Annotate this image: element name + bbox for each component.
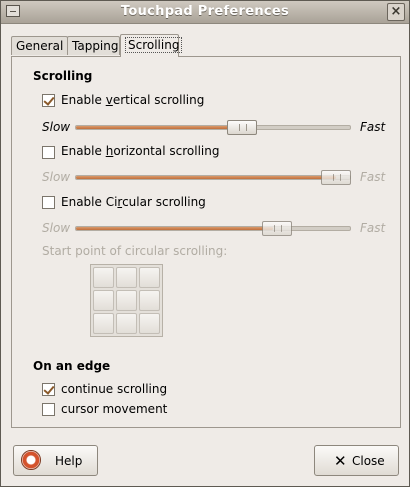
enable-horizontal-scrolling-checkbox[interactable] bbox=[42, 146, 55, 159]
close-button-label: Close bbox=[352, 454, 385, 468]
tab-general[interactable]: General bbox=[11, 36, 68, 55]
section-title-on-an-edge: On an edge bbox=[33, 359, 111, 373]
close-button[interactable]: ✕ Close bbox=[314, 445, 399, 476]
start-point-bottom[interactable] bbox=[116, 313, 137, 334]
start-point-center[interactable] bbox=[116, 290, 137, 311]
continue-scrolling-checkbox[interactable] bbox=[42, 383, 55, 396]
circular-start-point-label: Start point of circular scrolling: bbox=[42, 244, 228, 258]
enable-vertical-scrolling-label[interactable]: Enable vertical scrolling bbox=[61, 93, 204, 107]
circular-speed-slider-fill bbox=[76, 227, 273, 230]
title-bar[interactable]: Touchpad Preferences × bbox=[1, 1, 409, 24]
tab-scrolling[interactable]: Scrolling bbox=[120, 34, 183, 57]
window-close-button[interactable]: × bbox=[387, 3, 405, 21]
vertical-slow-label: Slow bbox=[42, 120, 71, 134]
circular-start-point-grid bbox=[90, 264, 163, 337]
start-point-left[interactable] bbox=[93, 290, 114, 311]
tab-general-label: General bbox=[16, 39, 64, 53]
vertical-fast-label: Fast bbox=[360, 120, 386, 134]
lifebuoy-icon bbox=[21, 450, 41, 470]
horizontal-fast-label: Fast bbox=[360, 170, 386, 184]
circular-speed-slider[interactable] bbox=[75, 221, 351, 236]
horizontal-speed-slider[interactable] bbox=[75, 170, 351, 185]
circular-speed-slider-thumb[interactable] bbox=[262, 221, 292, 236]
enable-vertical-scrolling-checkbox[interactable] bbox=[42, 94, 55, 107]
start-point-right[interactable] bbox=[139, 290, 160, 311]
circular-fast-label: Fast bbox=[360, 221, 386, 235]
horizontal-slow-label: Slow bbox=[42, 170, 71, 184]
start-point-bottom-left[interactable] bbox=[93, 313, 114, 334]
continue-scrolling-label[interactable]: continue scrolling bbox=[61, 382, 167, 396]
cursor-movement-checkbox[interactable] bbox=[42, 403, 55, 416]
touchpad-preferences-window: Touchpad Preferences × General Tapping S… bbox=[0, 0, 410, 487]
close-x-icon: ✕ bbox=[334, 452, 347, 470]
enable-circular-scrolling-label[interactable]: Enable Circular scrolling bbox=[61, 195, 206, 209]
cursor-movement-label[interactable]: cursor movement bbox=[61, 402, 167, 416]
window-title: Touchpad Preferences bbox=[120, 4, 290, 19]
vertical-speed-slider-fill bbox=[76, 126, 241, 129]
circular-slow-label: Slow bbox=[42, 221, 71, 235]
vertical-speed-slider[interactable] bbox=[75, 120, 351, 135]
section-title-scrolling: Scrolling bbox=[33, 69, 93, 83]
enable-horizontal-scrolling-label[interactable]: Enable horizontal scrolling bbox=[61, 144, 219, 158]
enable-circular-scrolling-checkbox[interactable] bbox=[42, 196, 55, 209]
help-button-label: Help bbox=[55, 454, 83, 468]
tab-scrolling-label: Scrolling bbox=[125, 37, 183, 53]
horizontal-speed-slider-thumb[interactable] bbox=[321, 170, 351, 185]
start-point-top-right[interactable] bbox=[139, 267, 160, 288]
start-point-bottom-right[interactable] bbox=[139, 313, 160, 334]
vertical-speed-slider-thumb[interactable] bbox=[227, 120, 257, 135]
tab-tapping[interactable]: Tapping bbox=[67, 36, 120, 55]
help-button[interactable]: Help bbox=[13, 445, 98, 476]
tab-tapping-label: Tapping bbox=[72, 39, 119, 53]
start-point-top-left[interactable] bbox=[93, 267, 114, 288]
horizontal-speed-slider-fill bbox=[76, 176, 336, 179]
start-point-top[interactable] bbox=[116, 267, 137, 288]
